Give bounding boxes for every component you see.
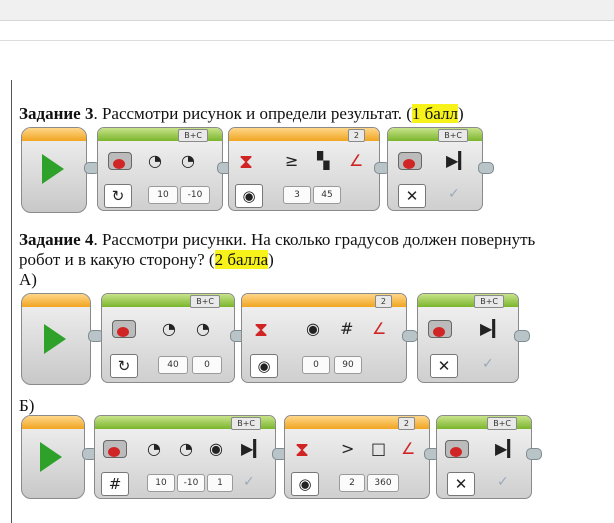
threshold-value[interactable]: 90 [334, 356, 362, 374]
port-label: B+C [438, 129, 468, 142]
port-label: B+C [487, 417, 517, 430]
compare-icon: > [341, 439, 355, 458]
brake-check-icon[interactable]: ✓ [243, 474, 255, 490]
port-label: B+C [190, 295, 220, 308]
power-icon: ◔ [196, 319, 210, 338]
speed-right-icon: ◔ [181, 151, 195, 170]
threshold-icon: ▚ [317, 151, 330, 170]
start-block[interactable] [21, 293, 91, 385]
start-block[interactable] [21, 127, 87, 213]
degrees-icon: ◉ [209, 439, 223, 458]
port-label: 2 [374, 295, 392, 308]
sequence-connector [402, 330, 418, 342]
threshold-value[interactable]: 360 [367, 474, 399, 492]
port-label: 2 [397, 417, 415, 430]
brake-check-icon[interactable]: ✓ [448, 186, 460, 202]
compare-type-value[interactable]: 3 [283, 186, 311, 204]
rotate-mode-icon[interactable]: ↻ [104, 184, 132, 208]
sequence-connector [514, 330, 530, 342]
brake-icon: ▶▎ [446, 151, 471, 170]
variant-b-label: Б) [19, 396, 35, 415]
angle-icon: ∠ [401, 439, 416, 458]
start-block[interactable] [21, 415, 85, 499]
port-label: 2 [347, 129, 365, 142]
sequence-connector [478, 162, 494, 174]
move-tank-block[interactable]: B+C ◔ ◔ ↻ 10 -10 [97, 127, 223, 211]
brake-icon: ▶▎ [480, 319, 505, 338]
power-value[interactable]: 0 [192, 356, 222, 374]
port-label: B+C [474, 295, 504, 308]
move-steering-block[interactable]: B+C ◔ ◔ ↻ 40 0 [101, 293, 235, 383]
wait-gyro-block[interactable]: 2 ⧗ ≥ ▚ ∠ ◉ 3 45 [228, 127, 380, 211]
angle-icon: ∠ [372, 319, 387, 338]
move-tank-block[interactable]: B+C ◔ ◔ ◉ ▶▎ # 10 -10 1 ✓ [94, 415, 276, 499]
brake-icon: ▶▎ [241, 439, 266, 458]
motor-icon [108, 152, 132, 170]
off-mode-icon[interactable]: ✕ [430, 354, 458, 378]
power-right-value[interactable]: -10 [180, 186, 210, 204]
play-icon [42, 154, 64, 184]
degrees-mode-icon[interactable]: # [101, 472, 129, 496]
hash-icon: # [340, 319, 354, 338]
brake-icon: ▶▎ [495, 439, 520, 458]
motor-icon [112, 320, 136, 338]
speed-right-icon: ◔ [179, 439, 193, 458]
gyro-mode-icon[interactable]: ◉ [235, 184, 263, 208]
rotate-mode-icon[interactable]: ↻ [110, 354, 138, 378]
task3-heading: Задание 3. Рассмотри рисунок и определи … [19, 104, 464, 123]
move-stop-block[interactable]: B+C ▶▎ ✕ ✓ [436, 415, 532, 499]
hourglass-icon: ⧗ [254, 317, 269, 341]
move-stop-block[interactable]: B+C ▶▎ ✕ ✓ [417, 293, 519, 383]
motor-icon [398, 152, 422, 170]
compare-icon: ≥ [285, 151, 299, 170]
brake-check-icon[interactable]: ✓ [482, 356, 494, 372]
task4-heading-line2: робот и в какую сторону? (2 балла) [19, 250, 274, 269]
gyro-mode-icon[interactable]: ◉ [250, 354, 278, 378]
browser-top-bar [0, 0, 614, 21]
off-mode-icon[interactable]: ✕ [398, 184, 426, 208]
rotations-value[interactable]: 1 [207, 474, 233, 492]
wait-gyro-block[interactable]: 2 ⧗ ◉ # ∠ ◉ 0 90 [241, 293, 407, 383]
port-label: B+C [178, 129, 208, 142]
divider [0, 40, 614, 41]
move-stop-block[interactable]: B+C ▶▎ ✕ ✓ [387, 127, 483, 211]
steering-value[interactable]: 40 [158, 356, 188, 374]
port-label: B+C [231, 417, 261, 430]
compare-type-value[interactable]: 2 [339, 474, 365, 492]
brake-check-icon[interactable]: ✓ [497, 474, 509, 490]
compare-type-value[interactable]: 0 [302, 356, 330, 374]
power-left-value[interactable]: 10 [147, 474, 175, 492]
motor-icon [428, 320, 452, 338]
variant-a-label: А) [19, 270, 37, 289]
hourglass-icon: ⧗ [239, 149, 254, 173]
play-icon [40, 442, 62, 472]
steering-icon: ◔ [162, 319, 176, 338]
angle-icon: ∠ [349, 151, 364, 170]
left-border-line [11, 80, 12, 523]
threshold-icon: □ [371, 439, 387, 458]
power-left-value[interactable]: 10 [148, 186, 178, 204]
speed-left-icon: ◔ [147, 439, 161, 458]
threshold-value[interactable]: 45 [313, 186, 341, 204]
gyro-mode-icon[interactable]: ◉ [291, 472, 319, 496]
speed-left-icon: ◔ [148, 151, 162, 170]
power-right-value[interactable]: -10 [177, 474, 205, 492]
play-icon [44, 324, 66, 354]
sequence-connector [526, 448, 542, 460]
task4-heading: Задание 4. Рассмотри рисунки. На сколько… [19, 230, 536, 249]
motor-icon [445, 440, 469, 458]
compare-icon: ◉ [306, 319, 320, 338]
hourglass-icon: ⧗ [295, 437, 310, 461]
off-mode-icon[interactable]: ✕ [447, 472, 475, 496]
wait-gyro-block[interactable]: 2 ⧗ > □ ∠ ◉ 2 360 [284, 415, 430, 499]
motor-icon [103, 440, 127, 458]
